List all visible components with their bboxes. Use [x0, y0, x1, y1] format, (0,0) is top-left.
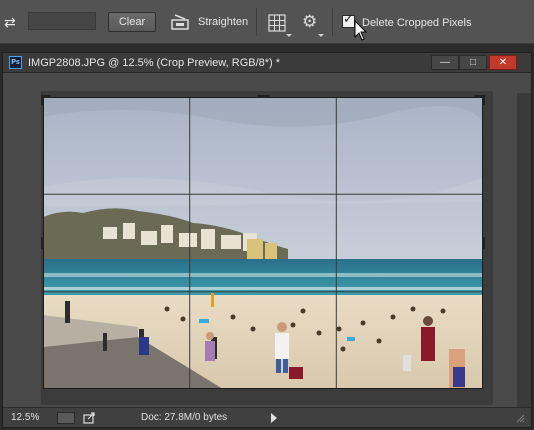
crop-handle-top-left-v[interactable]	[41, 95, 44, 105]
separator	[256, 8, 257, 36]
canvas-area[interactable]	[3, 73, 531, 427]
separator	[332, 8, 333, 36]
crop-handle-top-right-v[interactable]	[482, 95, 485, 105]
grid-overlay-icon[interactable]	[268, 14, 286, 32]
minimize-button[interactable]: —	[431, 55, 459, 70]
status-menu-arrow-icon[interactable]	[271, 413, 277, 423]
document-title-bar[interactable]: Ps IMGP2808.JPG @ 12.5% (Crop Preview, R…	[3, 53, 531, 73]
photoshop-app-icon: Ps	[9, 56, 22, 69]
clear-button[interactable]: Clear	[108, 12, 156, 32]
gear-dropdown-arrow-icon[interactable]	[318, 34, 324, 37]
restore-button[interactable]: □	[459, 55, 487, 70]
zoom-level[interactable]: 12.5%	[11, 412, 39, 423]
resize-grip-icon[interactable]	[515, 413, 525, 423]
checkmark-icon: ✓	[343, 11, 354, 26]
close-button[interactable]: ✕	[489, 55, 517, 70]
delete-cropped-label[interactable]: Delete Cropped Pixels	[362, 17, 471, 29]
crop-handle-left[interactable]	[41, 237, 44, 249]
status-bar: 12.5% Doc: 27.8M/0 bytes	[3, 407, 531, 427]
ratio-input[interactable]	[28, 12, 96, 30]
swap-icon[interactable]: ⇄	[4, 14, 20, 30]
crop-frame[interactable]	[43, 97, 483, 389]
document-window: Ps IMGP2808.JPG @ 12.5% (Crop Preview, R…	[2, 52, 532, 428]
straighten-icon[interactable]	[170, 12, 190, 32]
export-icon[interactable]	[83, 411, 96, 424]
timeline-toggle-icon[interactable]	[57, 412, 75, 424]
grid-dropdown-arrow-icon[interactable]	[286, 34, 292, 37]
vertical-scrollbar[interactable]	[517, 93, 531, 427]
cursor-icon	[354, 20, 368, 41]
document-size-info: Doc: 27.8M/0 bytes	[141, 412, 228, 423]
options-bar: ⇄ Clear Straighten ⚙ ✓ Delete Cropped Pi…	[0, 0, 534, 44]
document-title: IMGP2808.JPG @ 12.5% (Crop Preview, RGB/…	[28, 57, 281, 69]
crop-handle-top[interactable]	[257, 95, 269, 98]
straighten-label[interactable]: Straighten	[198, 16, 248, 28]
gear-icon[interactable]: ⚙	[302, 12, 322, 32]
crop-handle-right[interactable]	[482, 237, 485, 249]
